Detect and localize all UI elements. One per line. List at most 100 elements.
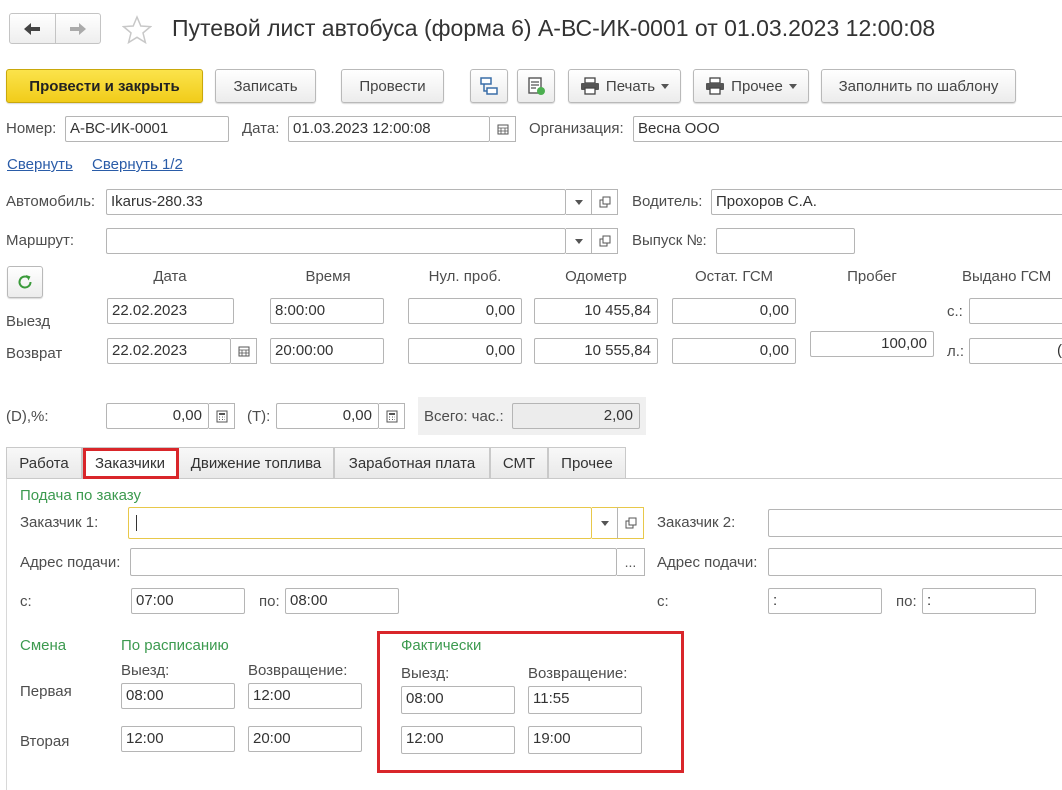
dropdown-arrow-icon — [600, 520, 609, 526]
document-button[interactable] — [517, 69, 555, 103]
driver-label: Водитель: — [632, 193, 703, 210]
first-sched-exit-field[interactable]: 08:00 — [121, 683, 235, 709]
return-fuel-left-field[interactable]: 0,00 — [672, 338, 796, 364]
tab-smt[interactable]: СМТ — [490, 447, 548, 478]
release-field[interactable] — [716, 228, 855, 254]
customer1-open-button[interactable] — [618, 507, 644, 539]
t-calculator-button[interactable] — [379, 403, 405, 429]
first-sched-return-field[interactable]: 12:00 — [248, 683, 362, 709]
page-title: Путевой лист автобуса (форма 6) А-ВС-ИК-… — [172, 15, 936, 41]
from1-label: с: — [20, 593, 32, 610]
col-date-header: Дата — [153, 268, 187, 285]
second-shift-label: Вторая — [20, 733, 70, 750]
address2-field[interactable] — [768, 548, 1062, 576]
to2-label: по: — [896, 593, 917, 610]
col-null-run-header: Нул. проб. — [428, 268, 502, 285]
col-fuel-left-header: Остат. ГСМ — [694, 268, 774, 285]
other-button[interactable]: Прочее — [693, 69, 809, 103]
customer1-field[interactable] — [128, 507, 592, 539]
calendar-icon — [238, 346, 249, 357]
to1-field[interactable]: 08:00 — [285, 588, 399, 614]
date-field[interactable]: 01.03.2023 12:00:08 — [288, 116, 490, 142]
to2-field[interactable]: : — [922, 588, 1036, 614]
exit-odometer-field[interactable]: 10 455,84 — [534, 298, 658, 324]
col-mileage-header: Пробег — [847, 268, 897, 285]
car-open-button[interactable] — [592, 189, 618, 215]
exit-time-field[interactable]: 8:00:00 — [270, 298, 384, 324]
printer-icon — [706, 77, 725, 95]
release-label: Выпуск №: — [632, 232, 707, 249]
dropdown-arrow-icon — [661, 83, 670, 89]
exit-row-label: Выезд — [6, 313, 51, 330]
fill-template-button[interactable]: Заполнить по шаблону — [821, 69, 1016, 103]
route-field[interactable] — [106, 228, 566, 254]
t-field[interactable]: 0,00 — [276, 403, 379, 429]
customer2-field[interactable] — [768, 509, 1062, 537]
open-window-icon — [599, 235, 610, 247]
d-calculator-button[interactable] — [209, 403, 235, 429]
driver-field[interactable]: Прохоров С.А. — [711, 189, 1062, 215]
exit-null-run-field[interactable]: 0,00 — [408, 298, 522, 324]
tab-fuel-movement[interactable]: Движение топлива — [178, 447, 334, 478]
route-label: Маршрут: — [6, 232, 75, 249]
return-date-calendar-button[interactable] — [231, 338, 257, 364]
issued-s-field[interactable] — [969, 298, 1062, 324]
post-and-close-button[interactable]: Провести и закрыть — [6, 69, 203, 103]
address1-select-button[interactable]: ... — [617, 548, 645, 576]
route-dropdown-button[interactable] — [566, 228, 592, 254]
return-row-label: Возврат — [6, 345, 63, 362]
shift-header: Смена — [20, 637, 67, 654]
other-label: Прочее — [731, 77, 783, 95]
customer1-dropdown-button[interactable] — [592, 507, 618, 539]
print-label: Печать — [605, 77, 656, 95]
d-percent-field[interactable]: 0,00 — [106, 403, 209, 429]
print-button[interactable]: Печать — [568, 69, 681, 103]
route-open-button[interactable] — [592, 228, 618, 254]
mileage-field[interactable]: 100,00 — [810, 331, 934, 357]
address2-label: Адрес подачи: — [657, 554, 758, 571]
return-odometer-field[interactable]: 10 555,84 — [534, 338, 658, 364]
calculator-icon — [386, 410, 397, 422]
from2-field[interactable]: : — [768, 588, 882, 614]
exit-fuel-left-field[interactable]: 0,00 — [672, 298, 796, 324]
number-field[interactable]: А-ВС-ИК-0001 — [65, 116, 229, 142]
col-issued-header: Выдано ГСМ — [962, 268, 1052, 285]
tab-salary[interactable]: Заработная плата — [334, 447, 490, 478]
to1-label: по: — [259, 593, 280, 610]
forward-button[interactable] — [56, 14, 101, 43]
customer2-label: Заказчик 2: — [657, 514, 736, 531]
favorite-star-icon[interactable] — [122, 15, 152, 45]
d-percent-label: (D),%: — [6, 408, 49, 425]
from2-label: с: — [657, 593, 669, 610]
col-odometer-header: Одометр — [565, 268, 627, 285]
return-null-run-field[interactable]: 0,00 — [408, 338, 522, 364]
customer1-label: Заказчик 1: — [20, 514, 99, 531]
save-button[interactable]: Записать — [215, 69, 316, 103]
back-button[interactable] — [10, 14, 56, 43]
document-check-icon — [528, 77, 545, 95]
collapse-link[interactable]: Свернуть — [7, 156, 73, 173]
return-time-field[interactable]: 20:00:00 — [270, 338, 384, 364]
scheduled-header: По расписанию — [121, 637, 229, 654]
second-sched-exit-field[interactable]: 12:00 — [121, 726, 235, 752]
sched-exit-label: Выезд: — [121, 662, 170, 679]
issued-l-field[interactable]: ( — [969, 338, 1062, 364]
tab-other[interactable]: Прочее — [548, 447, 626, 478]
car-field[interactable]: Ikarus-280.33 — [106, 189, 566, 215]
post-button[interactable]: Провести — [341, 69, 444, 103]
return-date-field[interactable]: 22.02.2023 — [107, 338, 231, 364]
refresh-button[interactable] — [7, 266, 43, 298]
calendar-icon — [497, 124, 508, 135]
address1-field[interactable] — [130, 548, 617, 576]
organization-field[interactable]: Весна ООО — [633, 116, 1062, 142]
from1-field[interactable]: 07:00 — [131, 588, 245, 614]
tab-work[interactable]: Работа — [6, 447, 82, 478]
exit-date-field[interactable]: 22.02.2023 — [107, 298, 234, 324]
issued-s-label: с.: — [947, 303, 963, 320]
structure-button[interactable] — [470, 69, 508, 103]
collapse-half-link[interactable]: Свернуть 1/2 — [92, 156, 183, 173]
second-sched-return-field[interactable]: 20:00 — [248, 726, 362, 752]
col-time-header: Время — [305, 268, 351, 285]
calendar-button[interactable] — [490, 116, 516, 142]
car-dropdown-button[interactable] — [566, 189, 592, 215]
